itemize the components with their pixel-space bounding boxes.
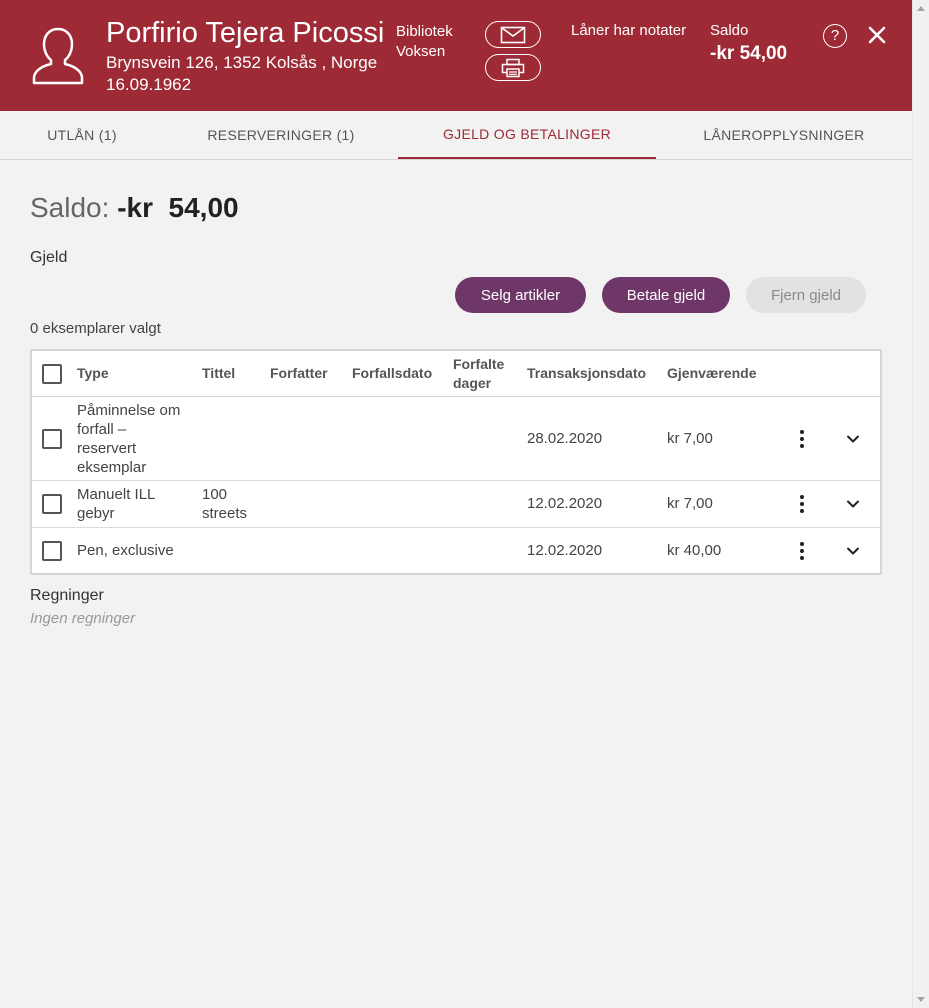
pay-debt-button[interactable]: Betale gjeld bbox=[602, 277, 730, 313]
patron-birthdate: 16.09.1962 bbox=[106, 75, 192, 94]
balance-value: -kr 54,00 bbox=[117, 192, 239, 223]
column-remaining[interactable]: Gjenværende bbox=[667, 364, 756, 383]
patron-library-info: Bibliotek Voksen bbox=[396, 22, 453, 62]
chevron-down-icon[interactable] bbox=[845, 496, 861, 512]
patron-notes-indicator[interactable]: Låner har notater bbox=[571, 21, 686, 41]
row-type-line: reservert bbox=[77, 440, 137, 457]
scroll-up-icon[interactable] bbox=[917, 6, 925, 11]
table-row: Påminnelse om forfall – reservert eksemp… bbox=[32, 397, 880, 481]
close-icon[interactable] bbox=[865, 23, 889, 47]
send-message-button[interactable] bbox=[485, 21, 541, 48]
row-currency: kr bbox=[667, 430, 680, 447]
row-actions-icon[interactable] bbox=[794, 429, 810, 449]
row-type-line: Manuelt ILL bbox=[77, 486, 156, 503]
table-row: Manuelt ILL gebyr 100 streets 12.02.2020… bbox=[32, 481, 880, 528]
row-title-line: streets bbox=[202, 505, 248, 522]
table-header: Type Tittel Forfatter Forfallsdato Forfa… bbox=[32, 351, 880, 397]
row-type-line: gebyr bbox=[77, 505, 115, 522]
row-checkbox[interactable] bbox=[42, 541, 62, 561]
balance-label: Saldo: bbox=[30, 192, 110, 223]
mail-icon bbox=[500, 26, 526, 43]
bills-empty-message: Ingen regninger bbox=[30, 610, 136, 627]
row-checkbox[interactable] bbox=[42, 494, 62, 514]
row-remaining: kr 7,00 bbox=[667, 494, 713, 513]
row-type: Manuelt ILL gebyr bbox=[77, 485, 155, 523]
chevron-down-icon[interactable] bbox=[845, 543, 861, 559]
row-transaction-date: 28.02.2020 bbox=[527, 430, 603, 447]
tab-debt-payments[interactable]: GJELD OG BETALINGER bbox=[398, 111, 656, 159]
row-actions-icon[interactable] bbox=[794, 494, 810, 514]
bills-section-title: Regninger bbox=[30, 587, 104, 604]
patron-header: Porfirio Tejera Picossi Brynsvein 126, 1… bbox=[0, 0, 912, 111]
select-all-checkbox[interactable] bbox=[42, 364, 62, 384]
column-title[interactable]: Tittel bbox=[202, 364, 235, 383]
column-author[interactable]: Forfatter bbox=[270, 364, 328, 383]
library-label: Bibliotek bbox=[396, 23, 453, 40]
tab-patron-info[interactable]: LÅNEROPPLYSNINGER bbox=[656, 111, 912, 159]
column-type[interactable]: Type bbox=[77, 364, 109, 383]
row-type-line: forfall – bbox=[77, 421, 127, 438]
row-remaining-amount: 7,00 bbox=[683, 430, 713, 447]
scroll-down-icon[interactable] bbox=[917, 997, 925, 1002]
row-type: Pen, exclusive bbox=[77, 541, 174, 560]
row-checkbox[interactable] bbox=[42, 429, 62, 449]
chevron-down-icon[interactable] bbox=[845, 431, 861, 447]
balance-summary: Saldo: -kr 54,00 bbox=[30, 190, 239, 226]
patron-address: Brynsvein 126, 1352 Kolsås , Norge bbox=[106, 53, 378, 72]
tab-reservations[interactable]: RESERVERINGER (1) bbox=[164, 111, 398, 159]
user-icon bbox=[32, 27, 84, 85]
row-remaining-amount: 7,00 bbox=[683, 495, 713, 512]
column-due-date[interactable]: Forfallsdato bbox=[352, 364, 432, 383]
row-title-line: 100 bbox=[202, 486, 228, 503]
row-remaining: kr 40,00 bbox=[667, 541, 721, 560]
row-remaining-amount: 40,00 bbox=[683, 542, 722, 559]
column-overdue-days-line1: Forfalte bbox=[453, 356, 505, 372]
print-button[interactable] bbox=[485, 54, 541, 81]
column-overdue-days-line2: dager bbox=[453, 375, 492, 391]
row-transaction-date: 12.02.2020 bbox=[527, 495, 603, 512]
row-type-line: eksemplar bbox=[77, 459, 147, 476]
row-transaction-date: 12.02.2020 bbox=[527, 542, 603, 559]
row-currency: kr bbox=[667, 495, 680, 512]
patron-tabs: UTLÅN (1) RESERVERINGER (1) GJELD OG BET… bbox=[0, 111, 912, 160]
header-saldo-value: -kr 54,00 bbox=[710, 43, 788, 64]
patron-name: Porfirio Tejera Picossi bbox=[106, 17, 385, 49]
row-remaining: kr 7,00 bbox=[667, 429, 713, 448]
row-currency: kr bbox=[667, 542, 680, 559]
debt-section-title: Gjeld bbox=[30, 249, 68, 266]
table-row: Pen, exclusive 12.02.2020 kr 40,00 bbox=[32, 528, 880, 573]
row-type: Påminnelse om forfall – reservert eksemp… bbox=[77, 401, 180, 477]
row-type-line: Pen, exclusive bbox=[77, 542, 174, 559]
row-type-line: Påminnelse om bbox=[77, 402, 181, 419]
tab-loans[interactable]: UTLÅN (1) bbox=[0, 111, 164, 159]
header-saldo-label: Saldo bbox=[710, 22, 749, 39]
print-icon bbox=[501, 58, 525, 77]
patron-category: Voksen bbox=[396, 43, 446, 60]
selected-count: 0 eksemplarer valgt bbox=[30, 320, 161, 337]
help-icon[interactable]: ? bbox=[823, 24, 847, 48]
vertical-scrollbar[interactable] bbox=[912, 0, 929, 1008]
debt-table: Type Tittel Forfatter Forfallsdato Forfa… bbox=[30, 349, 882, 575]
row-title: 100 streets bbox=[202, 485, 247, 523]
remove-debt-button[interactable]: Fjern gjeld bbox=[746, 277, 866, 313]
column-transaction-date[interactable]: Transaksjonsdato bbox=[527, 364, 646, 383]
sell-items-button[interactable]: Selg artikler bbox=[455, 277, 586, 313]
row-actions-icon[interactable] bbox=[794, 541, 810, 561]
column-overdue-days[interactable]: Forfalte dager bbox=[453, 355, 504, 393]
